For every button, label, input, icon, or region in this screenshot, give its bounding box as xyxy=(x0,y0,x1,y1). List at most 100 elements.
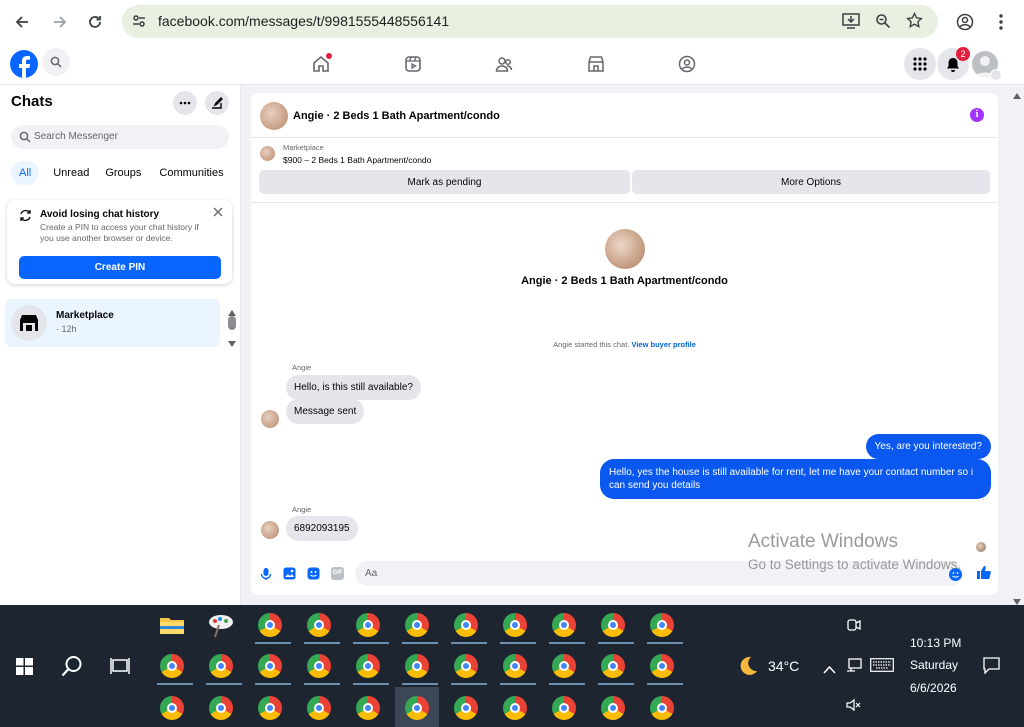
message-bubble-incoming[interactable]: 6892093195 xyxy=(286,516,358,541)
chrome-profile-icon[interactable] xyxy=(353,693,383,723)
chrome-profile-icon[interactable] xyxy=(647,651,683,685)
message-bubble-outgoing[interactable]: Yes, are you interested? xyxy=(865,434,991,459)
info-icon[interactable]: i xyxy=(970,108,984,122)
search-icon[interactable] xyxy=(42,48,70,76)
new-message-icon[interactable] xyxy=(205,91,229,115)
contact-avatar[interactable] xyxy=(260,102,288,130)
close-icon[interactable] xyxy=(213,207,223,217)
listing-thumbnail[interactable] xyxy=(260,146,275,161)
marketplace-icon[interactable] xyxy=(587,55,605,78)
scroll-down-icon[interactable] xyxy=(228,334,236,352)
chrome-active-window-icon[interactable] xyxy=(395,687,439,727)
chrome-profile-icon[interactable] xyxy=(304,651,340,685)
back-icon[interactable] xyxy=(10,10,34,34)
chrome-profile-icon[interactable] xyxy=(157,693,187,723)
chrome-profile-icon[interactable] xyxy=(549,610,585,644)
chrome-profile-icon[interactable] xyxy=(402,651,438,685)
message-bubble-incoming[interactable]: Hello, is this still available? xyxy=(286,375,421,400)
browser-menu-icon[interactable] xyxy=(998,13,1004,36)
chrome-profile-icon[interactable] xyxy=(353,610,389,644)
chrome-profile-icon[interactable] xyxy=(598,610,634,644)
conversation-item-marketplace[interactable]: Marketplace · 12h xyxy=(5,299,220,347)
forward-icon[interactable] xyxy=(48,10,72,34)
profile-avatar-large[interactable] xyxy=(605,229,645,269)
address-bar[interactable]: facebook.com/messages/t/9981555448556141 xyxy=(122,5,938,38)
chrome-profile-icon[interactable] xyxy=(451,610,487,644)
chrome-profile-icon[interactable] xyxy=(500,610,536,644)
filter-groups[interactable]: Groups xyxy=(97,161,149,185)
chrome-profile-icon[interactable] xyxy=(157,651,193,685)
gif-icon[interactable]: GIF xyxy=(331,567,344,580)
message-bubble-incoming[interactable]: Message sent xyxy=(286,399,365,424)
url-text[interactable]: facebook.com/messages/t/9981555448556141 xyxy=(158,13,449,29)
chrome-profile-icon[interactable] xyxy=(451,693,481,723)
notification-center-icon[interactable] xyxy=(983,657,1000,679)
site-info-icon[interactable] xyxy=(131,13,147,34)
bookmark-star-icon[interactable] xyxy=(906,11,923,34)
profile-icon[interactable] xyxy=(956,13,974,36)
chrome-profile-icon[interactable] xyxy=(304,693,334,723)
facebook-logo-icon[interactable] xyxy=(10,50,38,78)
account-chevron-icon[interactable] xyxy=(990,69,1002,81)
chrome-profile-icon[interactable] xyxy=(402,610,438,644)
create-pin-button[interactable]: Create PIN xyxy=(19,256,221,279)
chrome-profile-icon[interactable] xyxy=(206,693,236,723)
chrome-profile-icon[interactable] xyxy=(500,693,530,723)
chrome-profile-icon[interactable] xyxy=(647,693,677,723)
menu-grid-icon[interactable] xyxy=(904,48,936,80)
chrome-profile-icon[interactable] xyxy=(647,610,683,644)
weather-moon-icon[interactable] xyxy=(737,655,759,682)
chrome-profile-icon[interactable] xyxy=(500,651,536,685)
chrome-profile-icon[interactable] xyxy=(255,610,291,644)
chat-title[interactable]: Angie · 2 Beds 1 Bath Apartment/condo xyxy=(293,110,500,122)
task-view-icon[interactable] xyxy=(110,657,130,680)
install-app-icon[interactable] xyxy=(842,13,860,34)
filter-all[interactable]: All xyxy=(11,161,40,185)
sender-avatar[interactable] xyxy=(261,410,279,428)
keyboard-icon[interactable] xyxy=(870,658,894,677)
clock-date[interactable]: 6/6/2026 xyxy=(910,681,957,695)
microphone-icon[interactable] xyxy=(260,567,272,586)
groups-icon[interactable] xyxy=(678,55,696,78)
chrome-profile-icon[interactable] xyxy=(598,693,628,723)
taskbar-search-icon[interactable] xyxy=(61,655,83,682)
friends-icon[interactable] xyxy=(495,55,513,78)
tray-chevron-up-icon[interactable] xyxy=(823,661,836,679)
filter-communities[interactable]: Communities xyxy=(151,161,231,185)
chrome-profile-icon[interactable] xyxy=(255,651,291,685)
zoom-icon[interactable] xyxy=(875,13,891,34)
home-icon[interactable] xyxy=(312,53,332,78)
network-icon[interactable] xyxy=(846,658,862,677)
photo-icon[interactable] xyxy=(283,567,296,585)
chat-options-icon[interactable] xyxy=(173,91,197,115)
chrome-profile-icon[interactable] xyxy=(598,651,634,685)
clock-day[interactable]: Saturday xyxy=(910,658,958,672)
filter-unread[interactable]: Unread xyxy=(45,161,97,185)
reload-icon[interactable] xyxy=(83,10,107,34)
clock-time[interactable]: 10:13 PM xyxy=(910,636,961,650)
view-buyer-profile-link[interactable]: View buyer profile xyxy=(631,340,695,349)
volume-muted-icon[interactable] xyxy=(846,698,862,717)
meet-now-icon[interactable] xyxy=(846,617,862,638)
listing-title[interactable]: $900 – 2 Beds 1 Bath Apartment/condo xyxy=(283,155,431,165)
paint-app-icon[interactable] xyxy=(206,610,236,640)
chrome-profile-icon[interactable] xyxy=(304,610,340,644)
video-icon[interactable] xyxy=(404,55,422,78)
chrome-profile-icon[interactable] xyxy=(206,651,242,685)
chrome-profile-icon[interactable] xyxy=(353,651,389,685)
chrome-profile-icon[interactable] xyxy=(549,693,579,723)
page-scroll-up-icon[interactable] xyxy=(1013,86,1021,104)
chrome-profile-icon[interactable] xyxy=(255,693,285,723)
weather-temperature[interactable]: 34°C xyxy=(768,658,799,674)
sidebar-scrollbar-thumb[interactable] xyxy=(228,316,236,330)
more-options-button[interactable]: More Options xyxy=(632,170,990,194)
sticker-icon[interactable] xyxy=(307,567,320,585)
search-messenger-field[interactable]: Search Messenger xyxy=(11,125,229,149)
like-thumb-icon[interactable] xyxy=(976,565,991,585)
file-explorer-icon[interactable] xyxy=(157,610,187,640)
chrome-profile-icon[interactable] xyxy=(451,651,487,685)
message-bubble-outgoing[interactable]: Hello, yes the house is still available … xyxy=(600,459,991,499)
chrome-profile-icon[interactable] xyxy=(549,651,585,685)
windows-start-icon[interactable] xyxy=(16,658,33,680)
mark-as-pending-button[interactable]: Mark as pending xyxy=(259,170,630,194)
